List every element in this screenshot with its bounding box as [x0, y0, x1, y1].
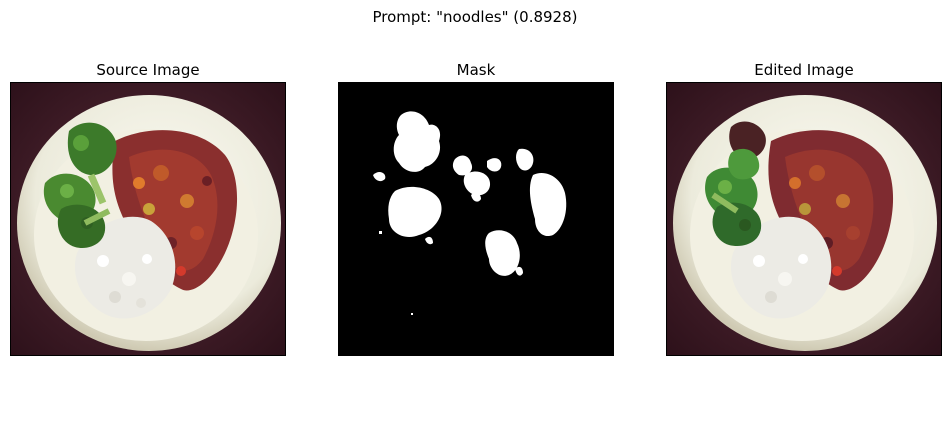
- mask-panel: Mask: [338, 60, 614, 356]
- mask-frame: [338, 82, 614, 356]
- source-image: [11, 83, 285, 355]
- source-image-title: Source Image: [96, 61, 200, 79]
- mask-image: [339, 83, 613, 355]
- mask-title: Mask: [456, 61, 496, 79]
- edited-image-panel: Edited Image: [666, 60, 942, 356]
- source-image-frame: [10, 82, 286, 356]
- source-image-panel: Source Image: [10, 60, 286, 356]
- edited-image-frame: [666, 82, 942, 356]
- edited-image: [667, 83, 941, 355]
- edited-image-title: Edited Image: [754, 61, 854, 79]
- figure-title: Prompt: "noodles" (0.8928): [372, 8, 578, 26]
